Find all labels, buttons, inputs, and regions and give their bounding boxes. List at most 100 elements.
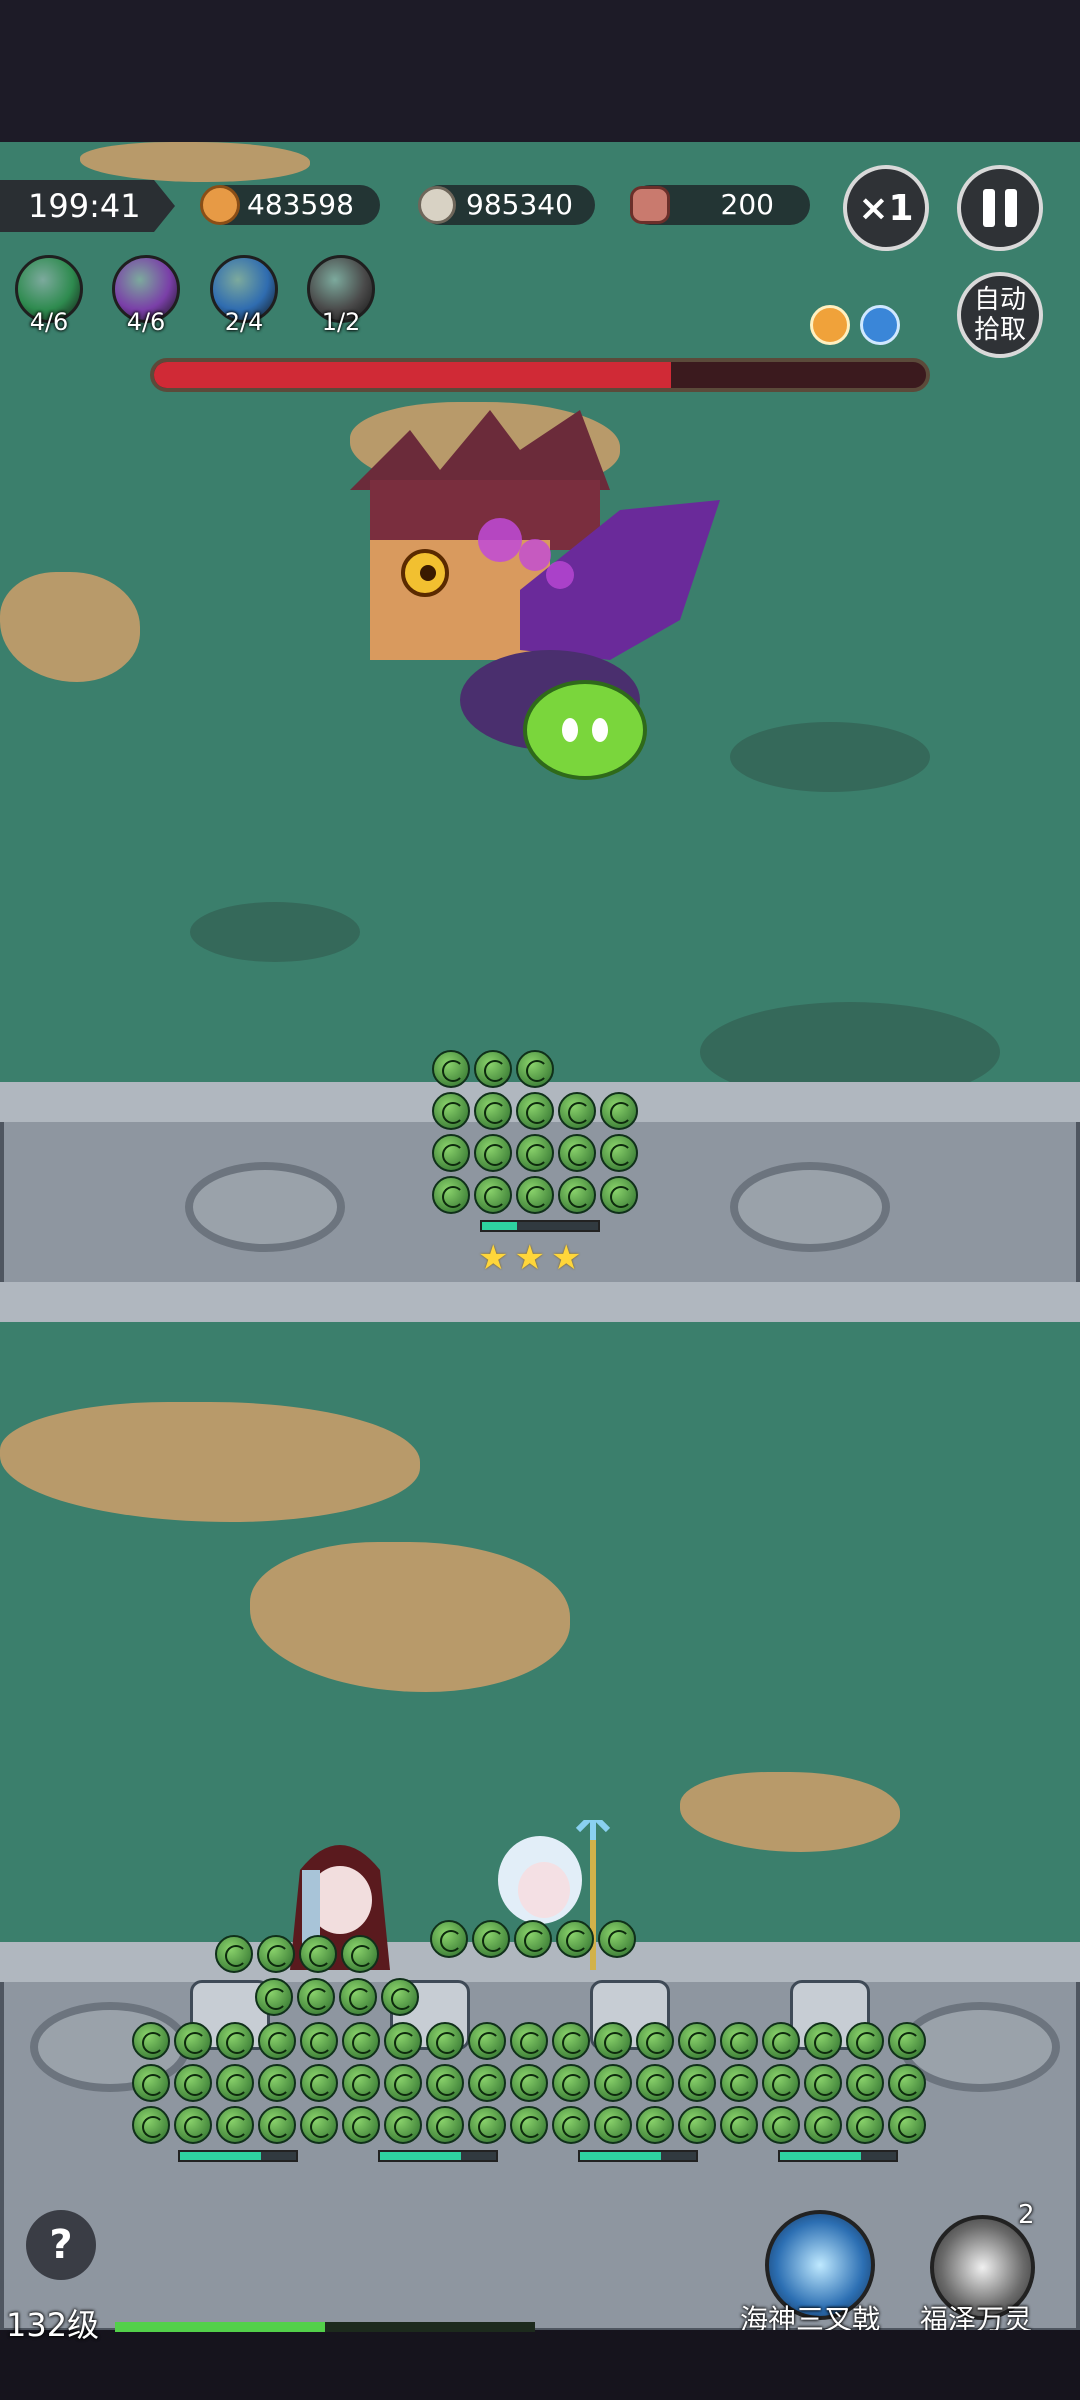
turret-health-fill	[380, 2152, 462, 2160]
formation-stars: ★★★	[478, 1238, 588, 1278]
shield-bubble	[594, 2064, 632, 2102]
shield-bubble	[474, 1176, 512, 1214]
shield-bubble	[342, 2022, 380, 2060]
battle-timer: 199:41	[0, 180, 175, 232]
shield-bubble	[342, 2106, 380, 2144]
shield-bubble	[556, 1920, 594, 1958]
shield-bubble	[432, 1176, 470, 1214]
shield-bubble	[636, 2022, 674, 2060]
magic-orb	[519, 539, 551, 571]
shield-bubble	[846, 2106, 884, 2144]
boss-health-fill	[154, 362, 672, 388]
shield-bubble	[558, 1134, 596, 1172]
shield-bubble	[846, 2064, 884, 2102]
skill-count: 1/2	[321, 308, 361, 336]
turret-health-bar	[378, 2150, 498, 2162]
shield-bubble	[678, 2022, 716, 2060]
turret-pad	[730, 1162, 890, 1252]
shield-bubble	[258, 2022, 296, 2060]
shield-bubble	[300, 2106, 338, 2144]
shield-bubble	[426, 2106, 464, 2144]
turret-health-bar	[480, 1220, 600, 1232]
pause-icon	[983, 189, 1017, 227]
speed-button[interactable]: ×1	[843, 165, 929, 251]
coin-icon	[200, 185, 240, 225]
turret-health-fill	[580, 2152, 662, 2160]
shield-bubble	[257, 1935, 295, 1973]
shield-bubble	[804, 2022, 842, 2060]
shield-bubble	[468, 2064, 506, 2102]
shield-bubble	[300, 2022, 338, 2060]
shield-bubble	[132, 2022, 170, 2060]
shield-bubble	[468, 2022, 506, 2060]
shield-bubble	[342, 2064, 380, 2102]
boss-spikes	[350, 410, 610, 490]
shield-bubble	[174, 2064, 212, 2102]
boss-monster	[350, 410, 720, 780]
shield-bubble	[636, 2106, 674, 2144]
shield-bubble	[432, 1134, 470, 1172]
shield-bubble	[216, 2022, 254, 2060]
shield-bubble	[430, 1920, 468, 1958]
shield-bubble	[516, 1176, 554, 1214]
shield-bubble	[216, 2064, 254, 2102]
turret-health-bar	[578, 2150, 698, 2162]
shield-bubble	[339, 1978, 377, 2016]
kill-value: 985340	[466, 188, 573, 221]
shield-bubble	[594, 2022, 632, 2060]
shield-bubble	[804, 2106, 842, 2144]
shield-bubble	[384, 2022, 422, 2060]
shield-bubble	[132, 2106, 170, 2144]
auto-pickup-button[interactable]: 自动 拾取	[957, 272, 1043, 358]
turret-health-fill	[482, 1222, 517, 1230]
top-letterbox	[0, 0, 1080, 142]
shield-bubble	[432, 1050, 470, 1088]
shield-bubble	[762, 2106, 800, 2144]
shield-bubble	[426, 2064, 464, 2102]
gold-value: 483598	[247, 188, 354, 221]
trident-head	[575, 1820, 611, 1840]
help-label: ?	[49, 2222, 73, 2268]
sand-patch	[0, 572, 140, 682]
turret-pad	[185, 1162, 345, 1252]
shield-bubble	[888, 2106, 926, 2144]
shield-bubble	[174, 2106, 212, 2144]
hero-hooded-girl[interactable]	[280, 1830, 400, 1980]
shield-bubble	[510, 2106, 548, 2144]
shield-bubble	[678, 2064, 716, 2102]
skill-count: 2/4	[224, 308, 264, 336]
turret-health-fill	[180, 2152, 262, 2160]
shield-bubble	[598, 1920, 636, 1958]
hero-trident-girl[interactable]	[480, 1820, 630, 1980]
enemy-value: 200	[720, 188, 774, 221]
shield-bubble	[552, 2064, 590, 2102]
player-level: 132级	[6, 2306, 100, 2344]
shield-bubble	[558, 1176, 596, 1214]
turret-health-fill	[780, 2152, 862, 2160]
sand-patch	[680, 1772, 900, 1852]
shield-bubble	[258, 2106, 296, 2144]
middle-wall-front	[0, 1282, 1080, 1322]
boss-health-bar	[150, 358, 930, 392]
shield-bubble	[132, 2064, 170, 2102]
shield-bubble	[341, 1935, 379, 1973]
shield-bubble	[888, 2022, 926, 2060]
shield-bubble	[472, 1920, 510, 1958]
shield-bubble	[216, 2106, 254, 2144]
sand-patch	[250, 1542, 570, 1692]
skill-count: 4/6	[29, 308, 69, 336]
shield-bubble	[299, 1935, 337, 1973]
shield-bubble	[516, 1092, 554, 1130]
shield-bubble	[514, 1920, 552, 1958]
sand-patch	[0, 1402, 420, 1522]
slime-enemy	[523, 680, 647, 780]
shield-bubble	[846, 2022, 884, 2060]
slime-eye	[592, 718, 608, 742]
shield-bubble	[474, 1050, 512, 1088]
turret-health-bar	[778, 2150, 898, 2162]
xp-bar	[115, 2322, 535, 2332]
help-button[interactable]: ?	[26, 2210, 96, 2280]
pause-button[interactable]	[957, 165, 1043, 251]
shield-bubble	[552, 2106, 590, 2144]
shield-bubble	[762, 2022, 800, 2060]
